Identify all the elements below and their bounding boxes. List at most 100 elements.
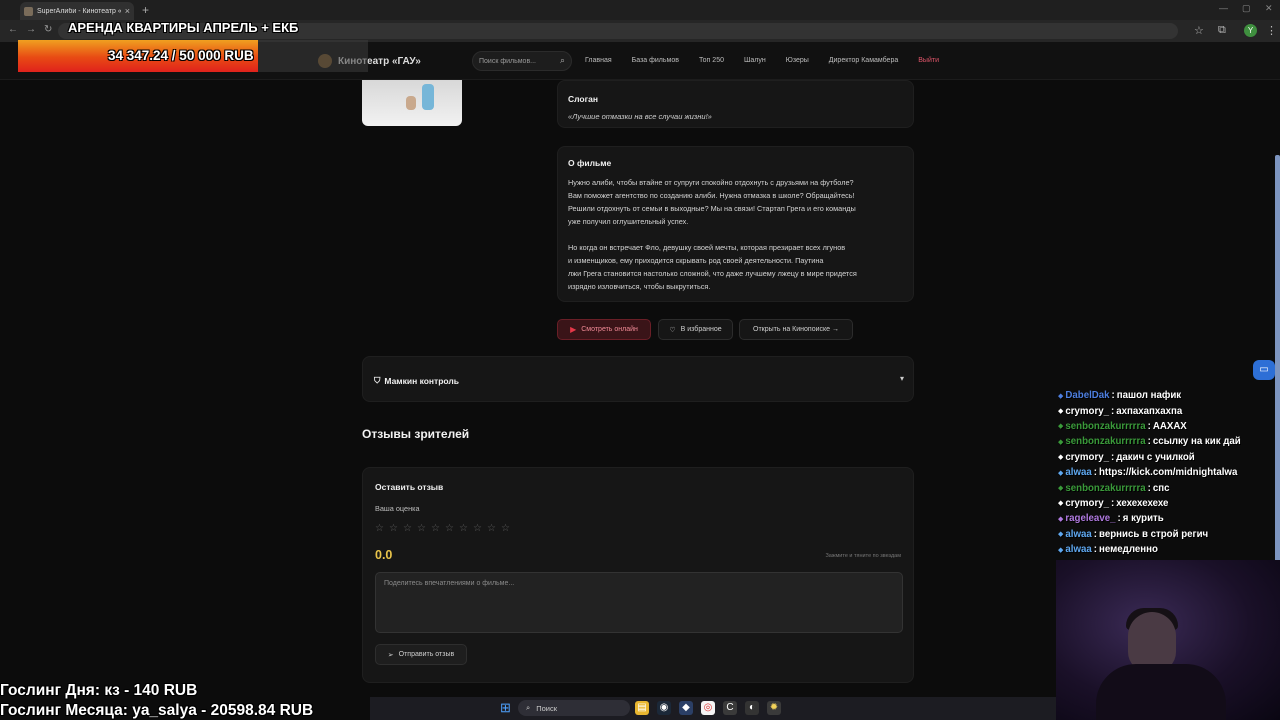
- chat-username[interactable]: alwaa: [1065, 544, 1091, 555]
- submit-review-button[interactable]: ➢ Отправить отзыв: [375, 644, 467, 665]
- star-icon[interactable]: ☆: [473, 523, 483, 534]
- nav-shalun[interactable]: Шалун: [744, 57, 766, 64]
- review-form: Оставить отзыв Ваша оценка ☆ ☆ ☆ ☆ ☆ ☆ ☆ ☆ ☆ ☆ 0.…: [362, 467, 914, 683]
- chat-separator: :: [1117, 513, 1121, 525]
- webcam-feed: [1056, 560, 1280, 720]
- chat-widget-icon[interactable]: ▭: [1253, 360, 1275, 380]
- chat-username[interactable]: alwaa: [1065, 529, 1091, 540]
- watch-online-label: Смотреть онлайн: [581, 326, 638, 333]
- nav-home[interactable]: Главная: [585, 57, 612, 64]
- star-rating[interactable]: ☆ ☆ ☆ ☆ ☆ ☆ ☆ ☆ ☆ ☆: [375, 523, 511, 534]
- maximize-icon[interactable]: ▢: [1242, 3, 1251, 14]
- bookmark-star-icon[interactable]: ☆: [1194, 24, 1204, 37]
- chat-username[interactable]: crymory_: [1065, 452, 1109, 463]
- webcam-streamer: [1096, 664, 1226, 720]
- window-close-icon[interactable]: ✕: [1265, 3, 1273, 14]
- chat-username[interactable]: alwaa: [1065, 467, 1091, 478]
- nav-director[interactable]: Директор Камамбера: [829, 57, 898, 64]
- slogan-title: Слоган: [568, 94, 599, 104]
- nav-top250[interactable]: Топ 250: [699, 57, 724, 64]
- browser-menu-icon[interactable]: ⋮: [1266, 24, 1277, 37]
- search-icon[interactable]: ⌕: [560, 55, 565, 66]
- chat-username[interactable]: senbonzakurrrrra: [1065, 483, 1145, 494]
- back-icon[interactable]: ←: [8, 24, 18, 35]
- chat-username[interactable]: rageleave_: [1065, 513, 1115, 524]
- chevron-down-icon[interactable]: ▾: [900, 374, 904, 383]
- search-input[interactable]: [479, 55, 555, 68]
- tab-title: SuperАлиби - Кинотеатр «ГАУ»: [37, 7, 121, 15]
- main-nav: Главная База фильмов Топ 250 Шалун Юзеры…: [585, 57, 939, 64]
- chat-separator: :: [1111, 405, 1115, 417]
- nav-movie-base[interactable]: База фильмов: [632, 57, 679, 64]
- windows-start-icon[interactable]: ⊞: [500, 701, 514, 715]
- chat-text: ахпахапхахпа: [1116, 405, 1183, 417]
- rating-score: 0.0: [375, 548, 393, 562]
- reload-icon[interactable]: ↻: [44, 24, 52, 35]
- nav-logout[interactable]: Выйти: [918, 57, 939, 64]
- review-textarea[interactable]: [375, 572, 903, 633]
- tab-favicon-icon: [24, 6, 33, 16]
- browser-tab[interactable]: SuperАлиби - Кинотеатр «ГАУ» ×: [20, 2, 134, 20]
- about-line: Вам поможет агентство по созданию алиби.…: [568, 191, 855, 200]
- chat-separator: :: [1111, 451, 1115, 463]
- chat-badge-icon: ◆: [1058, 423, 1064, 431]
- chat-username[interactable]: crymory_: [1065, 406, 1109, 417]
- stream-chat: ◆ DabelDak: пашол нафик ◆ crymory_: ахпахапха…: [1058, 388, 1280, 557]
- parental-control-accordion[interactable]: ⛉ Мамкин контроль ▾: [362, 356, 914, 402]
- reviews-heading: Отзывы зрителей: [362, 427, 470, 441]
- parental-control-header: ⛉ Мамкин контроль: [374, 375, 459, 386]
- forward-icon[interactable]: →: [26, 24, 36, 35]
- about-card: О фильме Нужно алиби, чтобы втайне от су…: [557, 146, 914, 302]
- app-icon[interactable]: ✹: [767, 701, 781, 715]
- star-icon[interactable]: ☆: [487, 523, 497, 534]
- star-icon[interactable]: ☆: [459, 523, 469, 534]
- chrome-icon[interactable]: ◎: [701, 701, 715, 715]
- extensions-icon[interactable]: ⧉: [1218, 24, 1226, 37]
- profile-avatar[interactable]: Y: [1244, 24, 1257, 37]
- star-icon[interactable]: ☆: [431, 523, 441, 534]
- chat-separator: :: [1111, 497, 1115, 509]
- nav-users[interactable]: Юзеры: [786, 57, 809, 64]
- rating-hint: Зажмите и тяните по звездам: [825, 553, 901, 559]
- chat-badge-icon: ◆: [1058, 531, 1064, 539]
- star-icon[interactable]: ☆: [403, 523, 413, 534]
- send-icon: ➢: [387, 651, 394, 659]
- movie-poster: [362, 80, 462, 126]
- file-explorer-icon[interactable]: ▤: [635, 701, 649, 715]
- app-icon[interactable]: ◐: [745, 701, 759, 715]
- parental-control-label: Мамкин контроль: [384, 375, 459, 386]
- steam-icon[interactable]: ◉: [657, 701, 671, 715]
- app-icon[interactable]: C: [723, 701, 737, 715]
- chat-badge-icon: ◆: [1058, 438, 1064, 446]
- chat-message: ◆ DabelDak: пашол нафик: [1058, 388, 1280, 403]
- watch-online-button[interactable]: ▶ Смотреть онлайн: [557, 319, 651, 340]
- chat-separator: :: [1093, 544, 1098, 556]
- add-favorite-button[interactable]: ♡ В избранное: [658, 319, 733, 340]
- new-tab-button[interactable]: +: [142, 3, 149, 17]
- chat-text: вернись в строй регич: [1099, 528, 1209, 540]
- star-icon[interactable]: ☆: [417, 523, 427, 534]
- chat-badge-icon: ◆: [1058, 515, 1064, 523]
- star-icon[interactable]: ☆: [445, 523, 455, 534]
- shield-icon: ⛉: [374, 375, 381, 385]
- star-icon[interactable]: ☆: [375, 523, 385, 534]
- movie-search[interactable]: ⌕: [472, 51, 572, 71]
- about-paragraph-1: Нужно алиби, чтобы втайне от супруги спо…: [568, 176, 906, 228]
- chat-text: дакич с училкой: [1116, 451, 1195, 463]
- tab-close-icon[interactable]: ×: [125, 6, 130, 16]
- chat-message: ◆ alwaa: немедленно: [1058, 542, 1280, 557]
- chat-username[interactable]: senbonzakurrrrra: [1065, 421, 1145, 432]
- chat-username[interactable]: crymory_: [1065, 498, 1109, 509]
- chat-badge-icon: ◆: [1058, 408, 1064, 416]
- chat-username[interactable]: senbonzakurrrrra: [1065, 436, 1145, 447]
- star-icon[interactable]: ☆: [389, 523, 399, 534]
- star-icon[interactable]: ☆: [501, 523, 511, 534]
- slogan-text: «Лучшие отмазки на все случаи жизни!»: [568, 112, 712, 121]
- chat-text: спс: [1152, 482, 1170, 494]
- taskbar-search[interactable]: ⌕ Поиск: [518, 700, 630, 716]
- open-kinopoisk-button[interactable]: Открыть на Кинопоиске →: [739, 319, 853, 340]
- chat-text: я курить: [1122, 513, 1164, 525]
- minimize-icon[interactable]: —: [1219, 3, 1228, 13]
- app-icon[interactable]: ◆: [679, 701, 693, 715]
- chat-username[interactable]: DabelDak: [1065, 390, 1109, 401]
